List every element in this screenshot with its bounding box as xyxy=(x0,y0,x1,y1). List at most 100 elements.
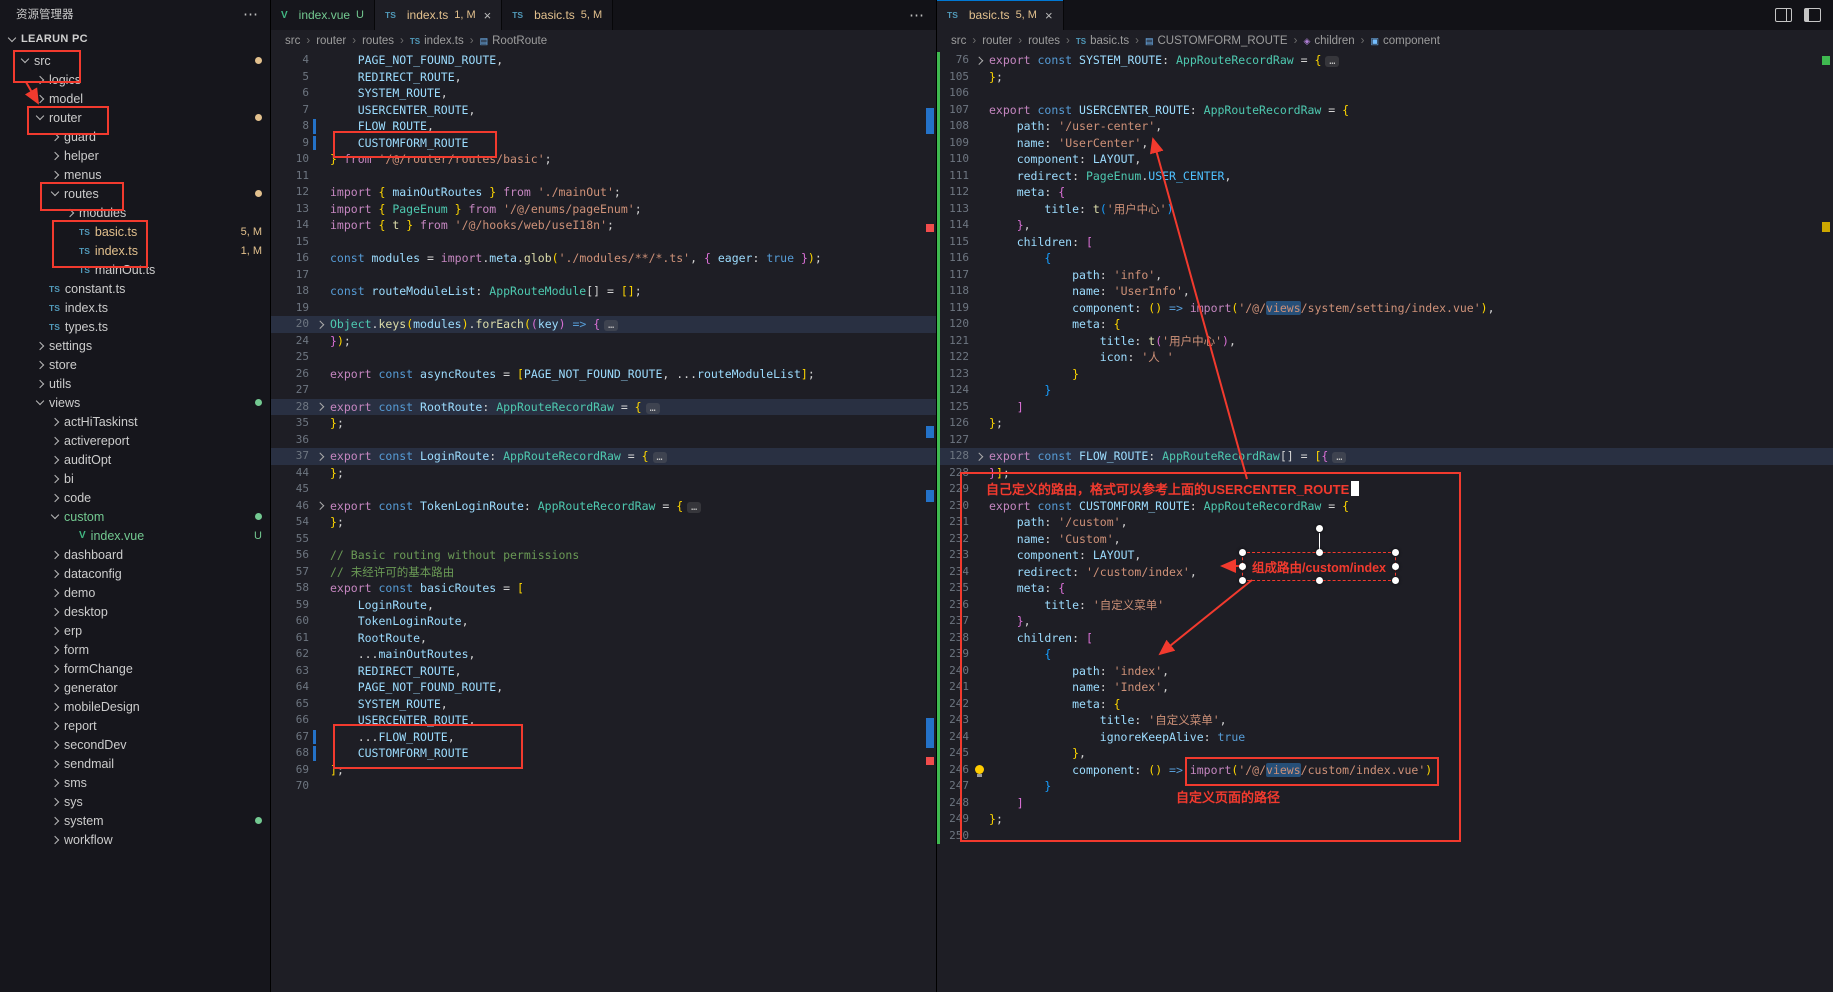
more-actions-icon[interactable]: ⋯ xyxy=(243,5,258,23)
tree-item-constant.ts[interactable]: TSconstant.ts xyxy=(0,279,270,298)
folded-code-ellipsis[interactable]: … xyxy=(653,452,667,463)
code-line-112[interactable]: 112 meta: { xyxy=(937,184,1833,201)
breadcrumb-item-RootRoute[interactable]: ▤RootRoute xyxy=(480,35,548,47)
line-number[interactable]: 242 xyxy=(937,696,969,713)
tree-item-modules[interactable]: modules xyxy=(0,203,270,222)
code-line-108[interactable]: 108 path: '/user-center', xyxy=(937,118,1833,135)
line-number[interactable]: 118 xyxy=(937,283,969,300)
code-line-28[interactable]: 28export const RootRoute: AppRouteRecord… xyxy=(271,399,936,416)
code-line-27[interactable]: 27 xyxy=(271,382,936,399)
line-number[interactable]: 235 xyxy=(937,580,969,597)
line-number[interactable]: 241 xyxy=(937,679,969,696)
line-number[interactable]: 17 xyxy=(271,267,309,284)
line-number[interactable]: 6 xyxy=(271,85,309,102)
tab-index.vue[interactable]: Vindex.vueU xyxy=(271,0,375,30)
line-number[interactable]: 116 xyxy=(937,250,969,267)
tree-item-workflow[interactable]: workflow xyxy=(0,830,270,849)
line-number[interactable]: 68 xyxy=(271,745,309,762)
line-number[interactable]: 20 xyxy=(271,316,309,333)
line-number[interactable]: 4 xyxy=(271,52,309,69)
folded-code-ellipsis[interactable]: … xyxy=(1332,452,1346,463)
tree-item-activereport[interactable]: activereport xyxy=(0,431,270,450)
code-line-232[interactable]: 232 name: 'Custom', xyxy=(937,531,1833,548)
line-number[interactable]: 230 xyxy=(937,498,969,515)
code-line-233[interactable]: 233 component: LAYOUT, xyxy=(937,547,1833,564)
line-number[interactable]: 105 xyxy=(937,69,969,86)
line-number[interactable]: 249 xyxy=(937,811,969,828)
breadcrumb-item-router[interactable]: router xyxy=(982,35,1012,47)
code-line-36[interactable]: 36 xyxy=(271,432,936,449)
breadcrumb-item-src[interactable]: src xyxy=(285,35,300,47)
breadcrumb-item-children[interactable]: ◈children xyxy=(1303,35,1354,47)
code-line-249[interactable]: 249}; xyxy=(937,811,1833,828)
code-line-111[interactable]: 111 redirect: PageEnum.USER_CENTER, xyxy=(937,168,1833,185)
code-line-45[interactable]: 45 xyxy=(271,481,936,498)
code-line-4[interactable]: 4 PAGE_NOT_FOUND_ROUTE, xyxy=(271,52,936,69)
line-number[interactable]: 117 xyxy=(937,267,969,284)
code-line-76[interactable]: 76export const SYSTEM_ROUTE: AppRouteRec… xyxy=(937,52,1833,69)
code-line-246[interactable]: 246 component: () => import('/@/views/cu… xyxy=(937,762,1833,779)
tree-item-logics[interactable]: logics xyxy=(0,70,270,89)
line-number[interactable]: 70 xyxy=(271,778,309,795)
line-number[interactable]: 46 xyxy=(271,498,309,515)
fold-chevron-icon[interactable] xyxy=(316,502,324,510)
line-number[interactable]: 231 xyxy=(937,514,969,531)
tree-item-erp[interactable]: erp xyxy=(0,621,270,640)
code-line-110[interactable]: 110 component: LAYOUT, xyxy=(937,151,1833,168)
code-line-64[interactable]: 64 PAGE_NOT_FOUND_ROUTE, xyxy=(271,679,936,696)
code-line-6[interactable]: 6 SYSTEM_ROUTE, xyxy=(271,85,936,102)
tree-item-dashboard[interactable]: dashboard xyxy=(0,545,270,564)
tree-item-basic.ts[interactable]: TSbasic.ts5, M xyxy=(0,222,270,241)
code-line-59[interactable]: 59 LoginRoute, xyxy=(271,597,936,614)
line-number[interactable]: 66 xyxy=(271,712,309,729)
code-line-113[interactable]: 113 title: t('用户中心') xyxy=(937,201,1833,218)
tree-item-desktop[interactable]: desktop xyxy=(0,602,270,621)
line-number[interactable]: 238 xyxy=(937,630,969,647)
tree-item-store[interactable]: store xyxy=(0,355,270,374)
tab-basic.ts[interactable]: TSbasic.ts5, M× xyxy=(937,0,1064,30)
line-number[interactable]: 13 xyxy=(271,201,309,218)
code-line-126[interactable]: 126}; xyxy=(937,415,1833,432)
line-number[interactable]: 115 xyxy=(937,234,969,251)
line-number[interactable]: 62 xyxy=(271,646,309,663)
line-number[interactable]: 124 xyxy=(937,382,969,399)
line-number[interactable]: 7 xyxy=(271,102,309,119)
editor-index-ts[interactable]: 4 PAGE_NOT_FOUND_ROUTE,5 REDIRECT_ROUTE,… xyxy=(271,52,936,992)
code-line-63[interactable]: 63 REDIRECT_ROUTE, xyxy=(271,663,936,680)
code-line-35[interactable]: 35}; xyxy=(271,415,936,432)
line-number[interactable]: 64 xyxy=(271,679,309,696)
line-number[interactable]: 108 xyxy=(937,118,969,135)
code-line-105[interactable]: 105}; xyxy=(937,69,1833,86)
code-line-69[interactable]: 69]; xyxy=(271,762,936,779)
line-number[interactable]: 45 xyxy=(271,481,309,498)
code-line-127[interactable]: 127 xyxy=(937,432,1833,449)
line-number[interactable]: 114 xyxy=(937,217,969,234)
code-line-238[interactable]: 238 children: [ xyxy=(937,630,1833,647)
code-line-128[interactable]: 128export const FLOW_ROUTE: AppRouteReco… xyxy=(937,448,1833,465)
tree-item-helper[interactable]: helper xyxy=(0,146,270,165)
code-line-65[interactable]: 65 SYSTEM_ROUTE, xyxy=(271,696,936,713)
code-line-109[interactable]: 109 name: 'UserCenter', xyxy=(937,135,1833,152)
tree-item-utils[interactable]: utils xyxy=(0,374,270,393)
line-number[interactable]: 26 xyxy=(271,366,309,383)
line-number[interactable]: 111 xyxy=(937,168,969,185)
more-actions-icon[interactable]: ⋯ xyxy=(897,6,936,24)
line-number[interactable]: 25 xyxy=(271,349,309,366)
line-number[interactable]: 233 xyxy=(937,547,969,564)
line-number[interactable]: 232 xyxy=(937,531,969,548)
tree-item-generator[interactable]: generator xyxy=(0,678,270,697)
code-line-14[interactable]: 14import { t } from '/@/hooks/web/useI18… xyxy=(271,217,936,234)
tree-item-system[interactable]: system xyxy=(0,811,270,830)
tree-item-auditOpt[interactable]: auditOpt xyxy=(0,450,270,469)
line-number[interactable]: 14 xyxy=(271,217,309,234)
code-line-13[interactable]: 13import { PageEnum } from '/@/enums/pag… xyxy=(271,201,936,218)
code-line-243[interactable]: 243 title: '自定义菜单', xyxy=(937,712,1833,729)
code-line-44[interactable]: 44}; xyxy=(271,465,936,482)
code-line-70[interactable]: 70 xyxy=(271,778,936,795)
line-number[interactable]: 63 xyxy=(271,663,309,680)
tree-item-src[interactable]: src xyxy=(0,51,270,70)
code-line-46[interactable]: 46export const TokenLoginRoute: AppRoute… xyxy=(271,498,936,515)
folded-code-ellipsis[interactable]: … xyxy=(1325,56,1339,67)
line-number[interactable]: 69 xyxy=(271,762,309,779)
tree-item-form[interactable]: form xyxy=(0,640,270,659)
